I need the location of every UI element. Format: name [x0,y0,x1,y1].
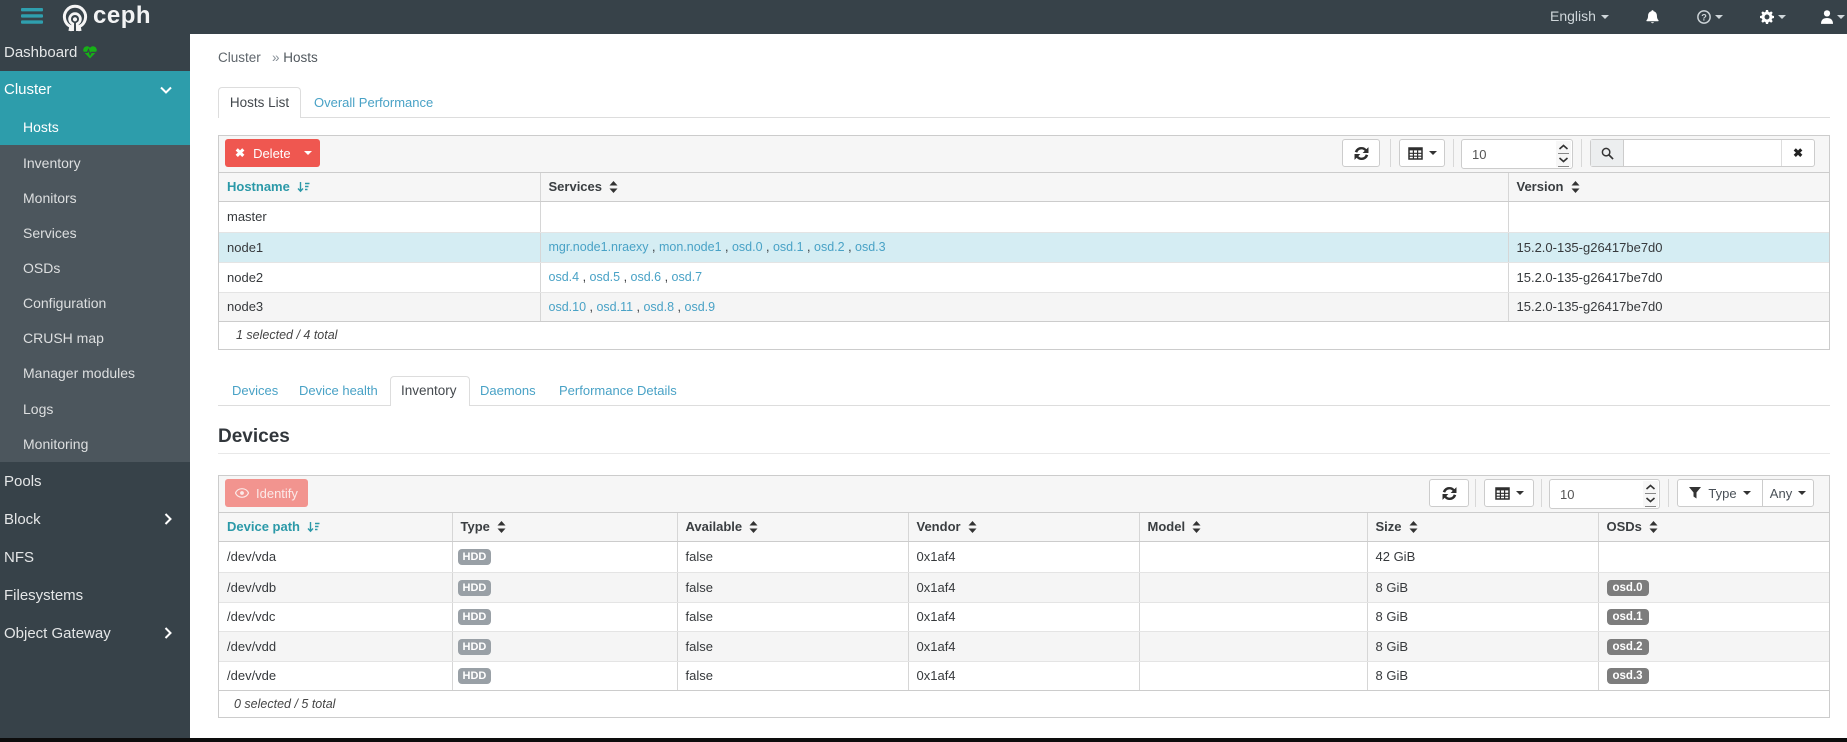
svg-text:?: ? [1701,13,1707,23]
